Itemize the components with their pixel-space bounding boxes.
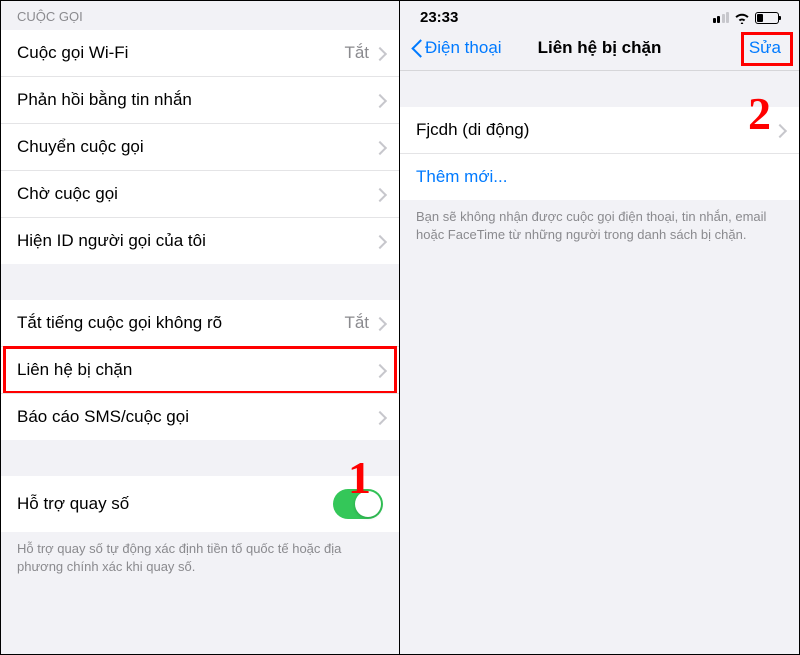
- nav-edit-button[interactable]: Sửa: [741, 36, 789, 60]
- row-label: Báo cáo SMS/cuộc gọi: [17, 407, 375, 427]
- chevron-right-icon: [375, 411, 383, 424]
- row-label: Liên hệ bị chặn: [17, 360, 375, 380]
- group-1: Cuộc gọi Wi-Fi Tắt Phản hồi bằng tin nhắ…: [1, 30, 399, 264]
- row-value: Tắt: [344, 43, 369, 63]
- row-caller-id[interactable]: Hiện ID người gọi của tôi: [1, 217, 399, 264]
- wifi-icon: [734, 12, 750, 24]
- nav-back-label: Điện thoại: [425, 38, 502, 58]
- row-call-waiting[interactable]: Chờ cuộc gọi: [1, 170, 399, 217]
- chevron-right-icon: [375, 141, 383, 154]
- row-label: Hiện ID người gọi của tôi: [17, 231, 375, 251]
- spacer: [1, 264, 399, 300]
- chevron-right-icon: [375, 364, 383, 377]
- row-call-forwarding[interactable]: Chuyển cuộc gọi: [1, 123, 399, 170]
- battery-icon: [755, 12, 779, 24]
- left-panel: CUỘC GỌI Cuộc gọi Wi-Fi Tắt Phản hồi bằn…: [1, 1, 400, 654]
- row-dial-assist[interactable]: Hỗ trợ quay số: [1, 476, 399, 532]
- row-label: Chờ cuộc gọi: [17, 184, 375, 204]
- chevron-right-icon: [375, 188, 383, 201]
- status-icons: [713, 12, 780, 24]
- nav-back-button[interactable]: Điện thoại: [410, 38, 502, 58]
- row-wifi-calling[interactable]: Cuộc gọi Wi-Fi Tắt: [1, 30, 399, 76]
- row-value: Tắt: [344, 313, 369, 333]
- row-label: Hỗ trợ quay số: [17, 494, 333, 514]
- add-new-row[interactable]: Thêm mới...: [400, 153, 799, 200]
- add-new-label: Thêm mới...: [416, 167, 783, 187]
- chevron-right-icon: [375, 317, 383, 330]
- row-sms-report[interactable]: Báo cáo SMS/cuộc gọi: [1, 393, 399, 440]
- footer-dial-assist: Hỗ trợ quay số tự động xác định tiền tố …: [1, 532, 399, 584]
- right-panel: 23:33 Điện thoại Liên hệ bị chặn Sửa Fjc…: [400, 1, 799, 654]
- nav-bar: Điện thoại Liên hệ bị chặn Sửa: [400, 30, 799, 71]
- status-time: 23:33: [420, 9, 458, 26]
- nav-title: Liên hệ bị chặn: [538, 38, 662, 58]
- contact-name: Fjcdh (di động): [416, 120, 775, 140]
- footer-blocked: Bạn sẽ không nhận được cuộc gọi điện tho…: [400, 200, 799, 252]
- chevron-right-icon: [375, 47, 383, 60]
- signal-icon: [713, 12, 730, 23]
- spacer: [400, 71, 799, 107]
- blocked-group: Fjcdh (di động) Thêm mới...: [400, 107, 799, 200]
- row-respond-with-text[interactable]: Phản hồi bằng tin nhắn: [1, 76, 399, 123]
- row-label: Chuyển cuộc gọi: [17, 137, 375, 157]
- row-silence-unknown[interactable]: Tắt tiếng cuộc gọi không rõ Tắt: [1, 300, 399, 346]
- chevron-right-icon: [375, 235, 383, 248]
- blocked-contact-row[interactable]: Fjcdh (di động): [400, 107, 799, 153]
- row-label: Tắt tiếng cuộc gọi không rõ: [17, 313, 344, 333]
- group-2: Tắt tiếng cuộc gọi không rõ Tắt Liên hệ …: [1, 300, 399, 440]
- chevron-left-icon: [410, 38, 422, 58]
- toggle-switch[interactable]: [333, 489, 383, 519]
- status-bar: 23:33: [400, 1, 799, 30]
- group-3: Hỗ trợ quay số: [1, 476, 399, 532]
- row-blocked-contacts[interactable]: Liên hệ bị chặn: [1, 346, 399, 393]
- chevron-right-icon: [375, 94, 383, 107]
- row-label: Phản hồi bằng tin nhắn: [17, 90, 375, 110]
- section-header-calls: CUỘC GỌI: [1, 1, 399, 30]
- row-label: Cuộc gọi Wi-Fi: [17, 43, 344, 63]
- spacer: [1, 440, 399, 476]
- chevron-right-icon: [775, 124, 783, 137]
